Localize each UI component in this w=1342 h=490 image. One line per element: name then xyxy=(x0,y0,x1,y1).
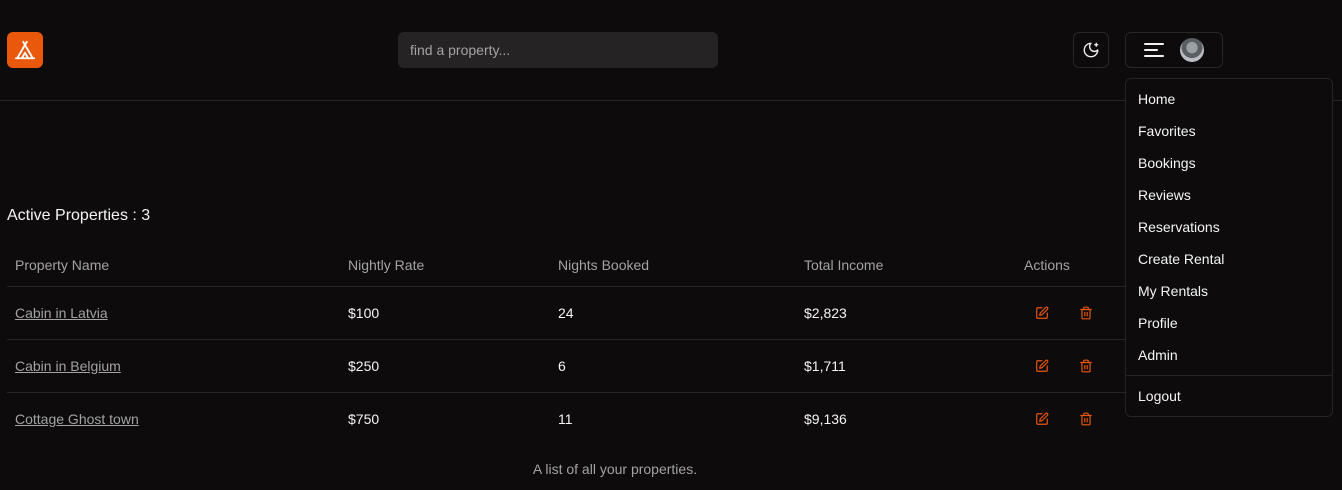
avatar xyxy=(1180,38,1204,62)
delete-button[interactable] xyxy=(1076,303,1096,323)
menu-item-logout[interactable]: Logout xyxy=(1138,388,1181,404)
column-header: Actions xyxy=(1016,244,1125,287)
nights-booked: 6 xyxy=(550,339,796,393)
total-income: $9,136 xyxy=(804,410,847,427)
properties-table: Property Name Nightly Rate Nights Booked… xyxy=(7,244,1125,445)
menu-item-admin[interactable]: Admin xyxy=(1138,347,1178,363)
menu-item-bookings[interactable]: Bookings xyxy=(1138,155,1196,171)
edit-button[interactable] xyxy=(1032,356,1052,376)
menu-item-reviews[interactable]: Reviews xyxy=(1138,187,1191,203)
table-row: Cabin in Belgium $250 6 $1,711 xyxy=(7,339,1125,393)
logo-button[interactable] xyxy=(7,32,43,68)
menu-item-my-rentals[interactable]: My Rentals xyxy=(1138,283,1208,299)
user-menu-button[interactable] xyxy=(1125,32,1223,68)
property-link[interactable]: Cottage Ghost town xyxy=(15,411,139,427)
moon-stars-icon xyxy=(1083,42,1099,58)
nightly-rate: $250 xyxy=(340,339,550,393)
column-header: Total Income xyxy=(796,244,1016,287)
table-row: Cabin in Latvia $100 24 $2,823 xyxy=(7,286,1125,340)
table-row: Cottage Ghost town $750 11 $9,136 xyxy=(7,392,1125,445)
nights-booked: 11 xyxy=(558,410,573,427)
delete-button[interactable] xyxy=(1076,409,1096,429)
table-header-row: Property Name Nightly Rate Nights Booked… xyxy=(7,244,1125,287)
trash-icon xyxy=(1080,359,1092,372)
edit-icon xyxy=(1036,412,1049,425)
property-link[interactable]: Cabin in Latvia xyxy=(15,305,108,321)
menu-item-favorites[interactable]: Favorites xyxy=(1138,123,1196,139)
delete-button[interactable] xyxy=(1076,356,1096,376)
edit-button[interactable] xyxy=(1032,303,1052,323)
property-link[interactable]: Cabin in Belgium xyxy=(15,358,121,374)
menu-divider xyxy=(1126,375,1332,376)
search-input[interactable] xyxy=(398,32,718,68)
column-header: Nightly Rate xyxy=(340,244,550,287)
menu-item-profile[interactable]: Profile xyxy=(1138,315,1178,331)
table-caption: A list of all your properties. xyxy=(532,461,698,477)
nightly-rate: $100 xyxy=(340,286,550,340)
edit-button[interactable] xyxy=(1032,409,1052,429)
total-income: $2,823 xyxy=(796,286,1016,340)
column-header: Nights Booked xyxy=(550,244,796,287)
menu-item-home[interactable]: Home xyxy=(1138,91,1175,107)
trash-icon xyxy=(1080,306,1092,319)
total-income: $1,711 xyxy=(796,339,1016,393)
tent-icon xyxy=(14,40,36,60)
nights-booked: 24 xyxy=(550,286,796,340)
theme-toggle-button[interactable] xyxy=(1073,32,1109,68)
menu-item-reservations[interactable]: Reservations xyxy=(1138,219,1220,235)
column-header: Property Name xyxy=(7,244,340,287)
nightly-rate: $750 xyxy=(348,410,380,427)
edit-icon xyxy=(1036,359,1049,372)
page-title: Active Properties : 3 xyxy=(7,207,151,224)
edit-icon xyxy=(1036,306,1049,319)
user-dropdown-menu: Home Favorites Bookings Reviews Reservat… xyxy=(1125,78,1333,417)
menu-item-create-rental[interactable]: Create Rental xyxy=(1138,251,1224,267)
hamburger-icon xyxy=(1144,43,1164,57)
trash-icon xyxy=(1080,412,1092,426)
